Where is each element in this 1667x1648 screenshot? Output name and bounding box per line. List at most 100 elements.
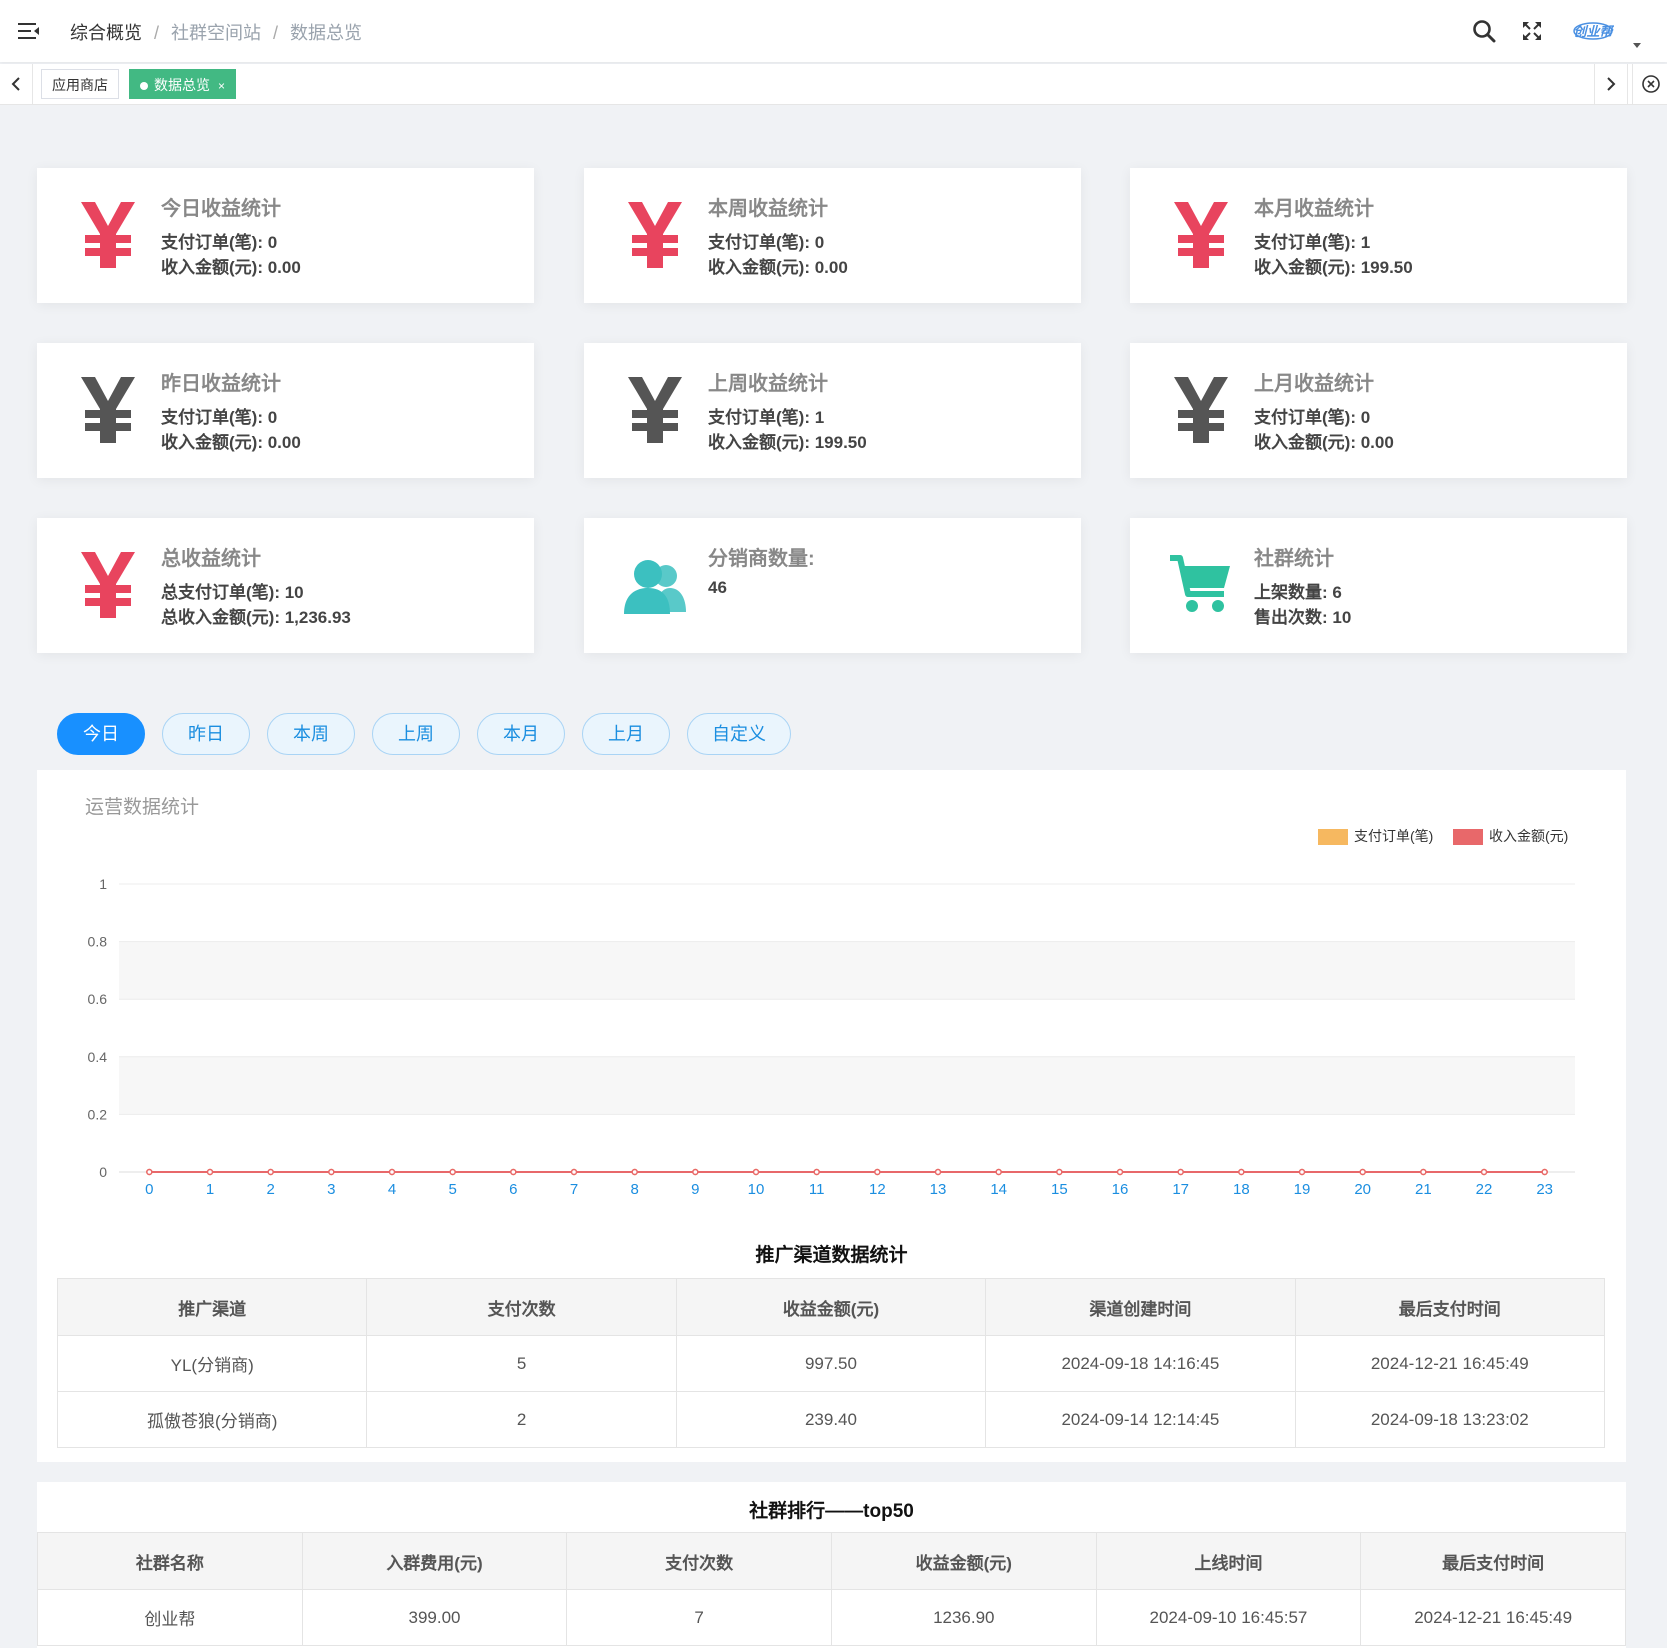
series-point [934,1168,942,1176]
rank-panel: 社群排行——top50 社群名称 入群费用(元) 支付次数 收益金额(元) 上线时间 最后… [37,1482,1626,1648]
tab-label: 应用商店 [52,77,108,93]
series-point [1177,1168,1184,1176]
column-header: 渠道创建时间 [985,1278,1296,1336]
table-cell: 创业帮 [37,1589,303,1646]
x-tick-label: 22 [1476,1181,1493,1198]
x-tick-label: 17 [1172,1181,1189,1198]
svg-text:创业帮: 创业帮 [1573,24,1614,39]
x-tick-label: 18 [1233,1181,1250,1198]
column-header: 支付次数 [366,1278,677,1336]
y-tick-label: 0.8 [88,934,108,950]
stat-line-1: 支付订单(笔): 0 [708,233,825,252]
filter-pill[interactable]: 上周 [372,713,460,755]
rank-table: 社群名称 入群费用(元) 支付次数 收益金额(元) 上线时间 最后支付时间 创业帮 399.… [37,1532,1626,1646]
series-point [1298,1168,1306,1176]
stat-card: 昨日收益统计 支付订单(笔): 0 收入金额(元): 0.00 [37,343,534,478]
series-point [146,1168,153,1176]
filter-pill[interactable]: 今日 [57,713,145,755]
stat-line-1: 支付订单(笔): 0 [161,233,278,252]
filter-pill[interactable]: 自定义 [687,713,791,755]
tab-close-icon[interactable]: × [218,79,225,93]
series-point [1420,1168,1427,1176]
series-point [1056,1168,1063,1176]
yen-icon [81,202,135,268]
table-cell: 5 [366,1335,677,1392]
user-avatar[interactable]: 创业帮 [1572,16,1615,46]
stat-line-1: 46 [708,578,727,597]
filter-pill[interactable]: 本周 [267,713,355,755]
series-point [1238,1168,1245,1176]
active-dot-icon [140,82,148,91]
column-header: 社群名称 [37,1532,303,1590]
menu-fold-icon[interactable] [18,20,40,42]
breadcrumb-item-overview[interactable]: 综合概览 [70,23,142,43]
table-row: YL(分销商) 5 997.50 2024-09-18 14:16:45 2024-12… [56,1335,1606,1392]
series-point [1359,1168,1366,1176]
filter-pill[interactable]: 上月 [582,713,670,755]
x-tick-label: 16 [1112,1181,1129,1198]
stat-card: 本周收益统计 支付订单(笔): 0 收入金额(元): 0.00 [584,168,1081,303]
table-cell: 孤傲苍狼(分销商) [56,1391,368,1448]
table-cell: 7 [566,1589,832,1646]
table-cell: 2024-09-18 14:16:45 [985,1335,1296,1392]
tabs-scroll-right-button[interactable] [1594,64,1628,104]
series-point [1541,1168,1548,1176]
x-tick-label: 10 [748,1181,765,1198]
top-bar: 综合概览 / 社群空间站 / 数据总览 创业帮 [0,0,1667,62]
series-point [1116,1168,1124,1176]
x-tick-label: 21 [1415,1181,1432,1198]
column-header: 支付次数 [566,1532,832,1590]
x-tick-label: 8 [630,1181,638,1198]
search-icon[interactable] [1472,19,1496,43]
users-icon [624,560,686,614]
caret-down-icon[interactable] [1631,40,1643,50]
table-cell: 2024-12-21 16:45:49 [1360,1589,1626,1646]
tabs-scroll-left-button[interactable] [0,64,33,104]
x-tick-label: 3 [327,1181,335,1198]
column-header: 最后支付时间 [1294,1278,1606,1336]
stat-card: 本月收益统计 支付订单(笔): 1 收入金额(元): 199.50 [1130,168,1627,303]
fullscreen-icon[interactable] [1521,20,1543,42]
breadcrumb-item-space[interactable]: 社群空间站 [171,23,261,43]
filter-pill[interactable]: 昨日 [162,713,250,755]
stat-line-1: 支付订单(笔): 0 [161,408,278,427]
x-tick-label: 5 [448,1181,456,1198]
stat-title: 今日收益统计 [161,198,281,220]
stat-title: 本周收益统计 [708,198,828,220]
tab-app-store[interactable]: 应用商店 [41,69,119,99]
stat-title: 分销商数量: [708,548,815,570]
x-tick-label: 6 [509,1181,517,1198]
table-row: 孤傲苍狼(分销商) 2 239.40 2024-09-14 12:14:45 2024-… [56,1391,1606,1448]
series-point [1480,1168,1488,1176]
stat-title: 上周收益统计 [708,373,828,395]
filter-pill[interactable]: 本月 [477,713,565,755]
table-cell: YL(分销商) [56,1335,368,1392]
series-point [752,1168,760,1176]
yen-icon [1174,377,1228,443]
tab-data-overview[interactable]: 数据总览 × [129,69,237,99]
yen-icon [628,202,682,268]
x-tick-label: 19 [1294,1181,1311,1198]
stat-card: 今日收益统计 支付订单(笔): 0 收入金额(元): 0.00 [37,168,534,303]
stat-line-1: 支付订单(笔): 1 [1254,233,1371,252]
series-point [631,1168,638,1176]
stat-line-1: 总支付订单(笔): 10 [161,583,304,602]
stat-line-2: 收入金额(元): 0.00 [161,433,301,452]
stat-line-2: 收入金额(元): 0.00 [708,258,848,277]
column-header: 入群费用(元) [301,1532,568,1590]
table-cell: 2 [366,1391,677,1448]
table-cell: 2024-09-14 12:14:45 [985,1391,1296,1448]
series-point [267,1168,274,1176]
x-tick-label: 9 [691,1181,699,1198]
y-tick-label: 1 [99,876,107,892]
tab-label: 数据总览 [154,77,210,93]
table-cell: 239.40 [675,1391,987,1448]
tabs-close-all-button[interactable] [1632,64,1667,104]
rank-table-title: 社群排行——top50 [749,1501,914,1522]
x-tick-label: 23 [1536,1181,1553,1198]
series-point [874,1168,881,1176]
stat-card: 上月收益统计 支付订单(笔): 0 收入金额(元): 0.00 [1130,343,1627,478]
stat-title: 社群统计 [1254,548,1334,570]
series-point [388,1168,396,1176]
series-point [813,1168,820,1176]
